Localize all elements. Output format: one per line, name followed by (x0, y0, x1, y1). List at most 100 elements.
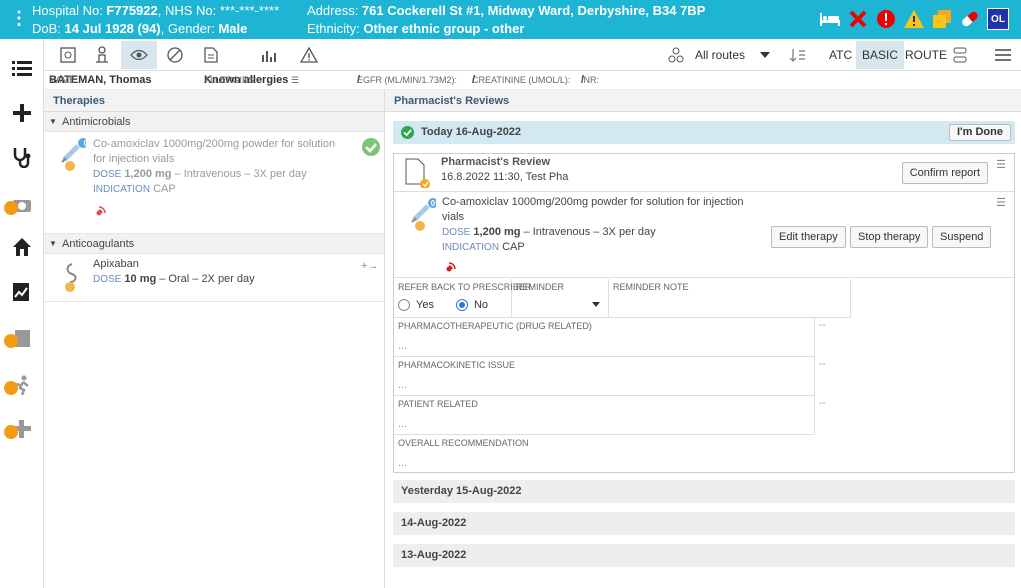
chevron-down-icon (592, 302, 600, 307)
today-header[interactable]: Today 16-Aug-2022 I'm Done (393, 121, 1015, 144)
capsule-icon[interactable] (158, 41, 192, 69)
drip-icon[interactable] (85, 41, 119, 69)
hamburger-icon[interactable]: ☰ (996, 196, 1006, 209)
confirm-report-button[interactable]: Confirm report (901, 162, 988, 184)
patient-info-bar: NAME BATEMAN, Thomas ALLERGIES: Known al… (44, 71, 1021, 90)
lock-icon (4, 334, 18, 348)
caret-down-icon: ▼ (49, 239, 57, 248)
chart-bar-icon[interactable] (252, 41, 286, 69)
medical-cross-icon[interactable] (0, 409, 44, 449)
stop-therapy-button[interactable]: Stop therapy (850, 226, 929, 248)
review-title: Pharmacist's Review (441, 156, 551, 168)
therapy-item[interactable]: 0 Co-amoxiclav 1000mg/200mg powder for s… (44, 132, 384, 234)
no-label: No (473, 299, 489, 311)
notes-icon[interactable] (931, 8, 953, 30)
therapy-name-cont: vials (442, 211, 465, 223)
therapy-name-cont: for injection vials (93, 153, 175, 165)
oral-pill-icon (62, 262, 82, 297)
warning-icon[interactable] (903, 8, 925, 30)
sort-icon[interactable] (785, 41, 811, 69)
day-header-13[interactable]: 13-Aug-2022 (393, 544, 1015, 567)
lock-icon (4, 425, 18, 439)
atc-button[interactable]: ATC (823, 41, 858, 69)
walking-icon[interactable] (0, 365, 44, 405)
therapy-badge: 0 (430, 199, 436, 208)
header-address: Address: 761 Cockerell St #1, Midway War… (307, 3, 706, 18)
yes-label: Yes (416, 299, 434, 311)
routes-dropdown[interactable]: All routes (689, 41, 751, 69)
lock-icon (4, 381, 18, 395)
check-circle-icon (362, 138, 380, 159)
therapy-name: Co-amoxiclav 1000mg/200mg powder for sol… (442, 196, 744, 208)
header-ethnicity: Ethnicity: Other ethnic group - other (307, 21, 525, 36)
inr-info: INR: / (581, 74, 599, 86)
reminder-field[interactable]: REMINDER (512, 279, 609, 318)
pill-box-icon[interactable] (51, 41, 85, 69)
home-icon[interactable] (0, 227, 44, 267)
therapies-title: Therapies (44, 90, 384, 112)
patient-related-field[interactable]: PATIENT RELATED ... (394, 396, 815, 435)
hamburger-icon[interactable] (988, 41, 1018, 69)
reminder-note-field[interactable]: REMINDER NOTE (609, 279, 851, 318)
reviews-title: Pharmacist's Reviews (385, 90, 1021, 112)
lock-icon (4, 201, 18, 215)
pharmacotherapeutic-extra: -- (819, 320, 826, 331)
no-radio[interactable] (455, 299, 468, 311)
arrow-right-icon[interactable]: +→ (361, 260, 378, 272)
edit-therapy-button[interactable]: Edit therapy (771, 226, 846, 248)
sidebar (0, 39, 44, 588)
day-header-yesterday[interactable]: Yesterday 15-Aug-2022 (393, 480, 1015, 503)
pharmacotherapeutic-field[interactable]: PHARMACOTHERAPEUTIC (DRUG RELATED) ... (394, 318, 815, 357)
pharmacokinetic-field[interactable]: PHARMACOKINETIC ISSUE ... (394, 357, 815, 396)
patient-header: ⋮ Hospital No: F775922, NHS No: ***-***-… (0, 0, 1021, 39)
basic-button[interactable]: BASIC (856, 41, 905, 69)
group-anticoagulants[interactable]: ▼ Anticoagulants (44, 234, 384, 254)
pill-icon[interactable] (959, 8, 981, 30)
check-circle-icon (401, 126, 414, 139)
overall-recommendation-field[interactable]: OVERALL RECOMMENDATION ... (394, 435, 1014, 473)
add-icon[interactable] (0, 93, 44, 133)
egfr-info: EGFR (ML/MIN/1.73M2): / (357, 74, 458, 86)
report-doc-icon (404, 158, 430, 191)
layers-icon[interactable] (947, 41, 973, 69)
therapies-panel: Therapies ▼ Antimicrobials 0 Co-amoxiclav… (44, 90, 385, 588)
signal-icon (446, 260, 460, 275)
therapy-name: Co-amoxiclav 1000mg/200mg powder for sol… (93, 138, 336, 150)
header-line-2: DoB: 14 Jul 1928 (94), Gender: Male (32, 21, 248, 36)
user-avatar[interactable]: OL (987, 8, 1009, 30)
clipboard-icon[interactable] (0, 318, 44, 358)
yes-radio[interactable] (398, 299, 410, 311)
creatinine-info: CREATININE (UMOL/L): / (472, 74, 571, 86)
alert-icon[interactable] (875, 8, 897, 30)
signal-icon (96, 204, 110, 219)
header-line-1: Hospital No: F775922, NHS No: ***-***-**… (32, 3, 280, 18)
camera-icon[interactable] (0, 185, 44, 225)
review-card: Pharmacist's Review 16.8.2022 11:30, Tes… (393, 153, 1015, 473)
close-icon[interactable] (847, 8, 869, 30)
chart-edit-icon[interactable] (0, 272, 44, 312)
therapy-item[interactable]: Apixaban DOSE 10 mg – Oral – 2X per day … (44, 254, 384, 302)
stethoscope-icon[interactable] (0, 137, 44, 177)
hamburger-icon[interactable]: ☰ (996, 158, 1006, 171)
im-done-button[interactable]: I'm Done (948, 124, 1011, 141)
warning-outline-icon[interactable] (292, 41, 326, 69)
view-toolbar: All routes ATC BASIC ROUTE (44, 39, 1021, 71)
review-meta: 16.8.2022 11:30, Test Pha (441, 171, 569, 183)
pharmacokinetic-extra: -- (819, 359, 826, 370)
refer-back-field: REFER BACK TO PRESCRIBER Yes No (394, 279, 531, 318)
therapy-name: Apixaban (93, 258, 139, 270)
suspend-button[interactable]: Suspend (932, 226, 992, 248)
menu-icon[interactable]: ⋮ (10, 8, 28, 28)
allergies-info[interactable]: ALLERGIES: Known allergies ☰ (204, 71, 299, 90)
day-header-14[interactable]: 14-Aug-2022 (393, 512, 1015, 535)
name-info: NAME BATEMAN, Thomas (49, 74, 152, 86)
eye-icon[interactable] (121, 41, 157, 69)
route-button[interactable]: ROUTE (899, 41, 953, 69)
document-icon[interactable] (194, 41, 228, 69)
therapy-badge: 0 (83, 139, 89, 148)
bed-icon[interactable] (819, 8, 841, 30)
group-antimicrobials[interactable]: ▼ Antimicrobials (44, 112, 384, 132)
chevron-down-icon[interactable] (754, 41, 776, 69)
list-icon[interactable] (0, 48, 44, 88)
patient-related-extra: -- (819, 398, 826, 409)
